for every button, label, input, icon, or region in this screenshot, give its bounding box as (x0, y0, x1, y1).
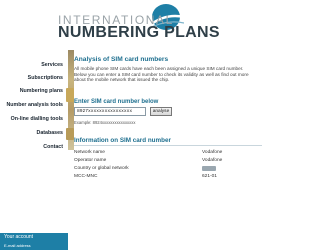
info-label: MCC-MNC (74, 174, 98, 179)
account-title: Your account (4, 234, 34, 240)
nav-item-contact[interactable]: Contact (43, 144, 63, 150)
sim-card-image (66, 88, 74, 102)
info-label: Country or global network (74, 166, 129, 171)
nav-item-numbering-plans[interactable]: Numbering plans (20, 88, 63, 94)
info-value: Vodafone (202, 158, 223, 163)
sim-input-label: Enter SIM card number below (74, 99, 159, 105)
sidebar-nav: Services Subscriptions Numbering plans N… (0, 50, 68, 250)
nav-item-online-dialling-tools[interactable]: On-line dialling tools (11, 116, 63, 122)
sim-number-input[interactable] (74, 107, 146, 116)
divider (74, 145, 262, 146)
nav-item-services[interactable]: Services (41, 62, 63, 68)
logo-text-bottom: NUMBERING PLANS (58, 24, 220, 41)
sim-card-image (66, 128, 74, 140)
nav-item-number-analysis-tools[interactable]: Number analysis tools (6, 102, 63, 108)
info-row: Network name Vodafone (74, 150, 262, 158)
intro-text: All mobile phone SIM cards have each bee… (74, 66, 249, 83)
info-value: 621-01 (202, 174, 217, 179)
nav-item-subscriptions[interactable]: Subscriptions (28, 75, 63, 81)
info-label: Operator name (74, 158, 107, 163)
main-content: Analysis of SIM card numbers All mobile … (74, 50, 300, 250)
info-section-title: Information on SIM card number (74, 137, 171, 144)
country-flag-icon (202, 166, 216, 171)
info-row: MCC-MNC 621-01 (74, 174, 262, 182)
nav-item-databases[interactable]: Databases (37, 130, 64, 136)
analyse-button[interactable]: analyse (150, 107, 172, 116)
info-row: Country or global network (74, 166, 262, 174)
email-label: E-mail address (4, 243, 31, 248)
info-value: Vodafone (202, 150, 223, 155)
account-box: Your account E-mail address (0, 233, 68, 250)
page-title: Analysis of SIM card numbers (74, 56, 169, 63)
info-label: Network name (74, 150, 105, 155)
info-row: Operator name Vodafone (74, 158, 262, 166)
site-logo[interactable]: INTERNATIONAL NUMBERING PLANS (58, 3, 298, 43)
example-text: Example: 8924xxxxxxxxxxxxxxxx (74, 120, 136, 125)
